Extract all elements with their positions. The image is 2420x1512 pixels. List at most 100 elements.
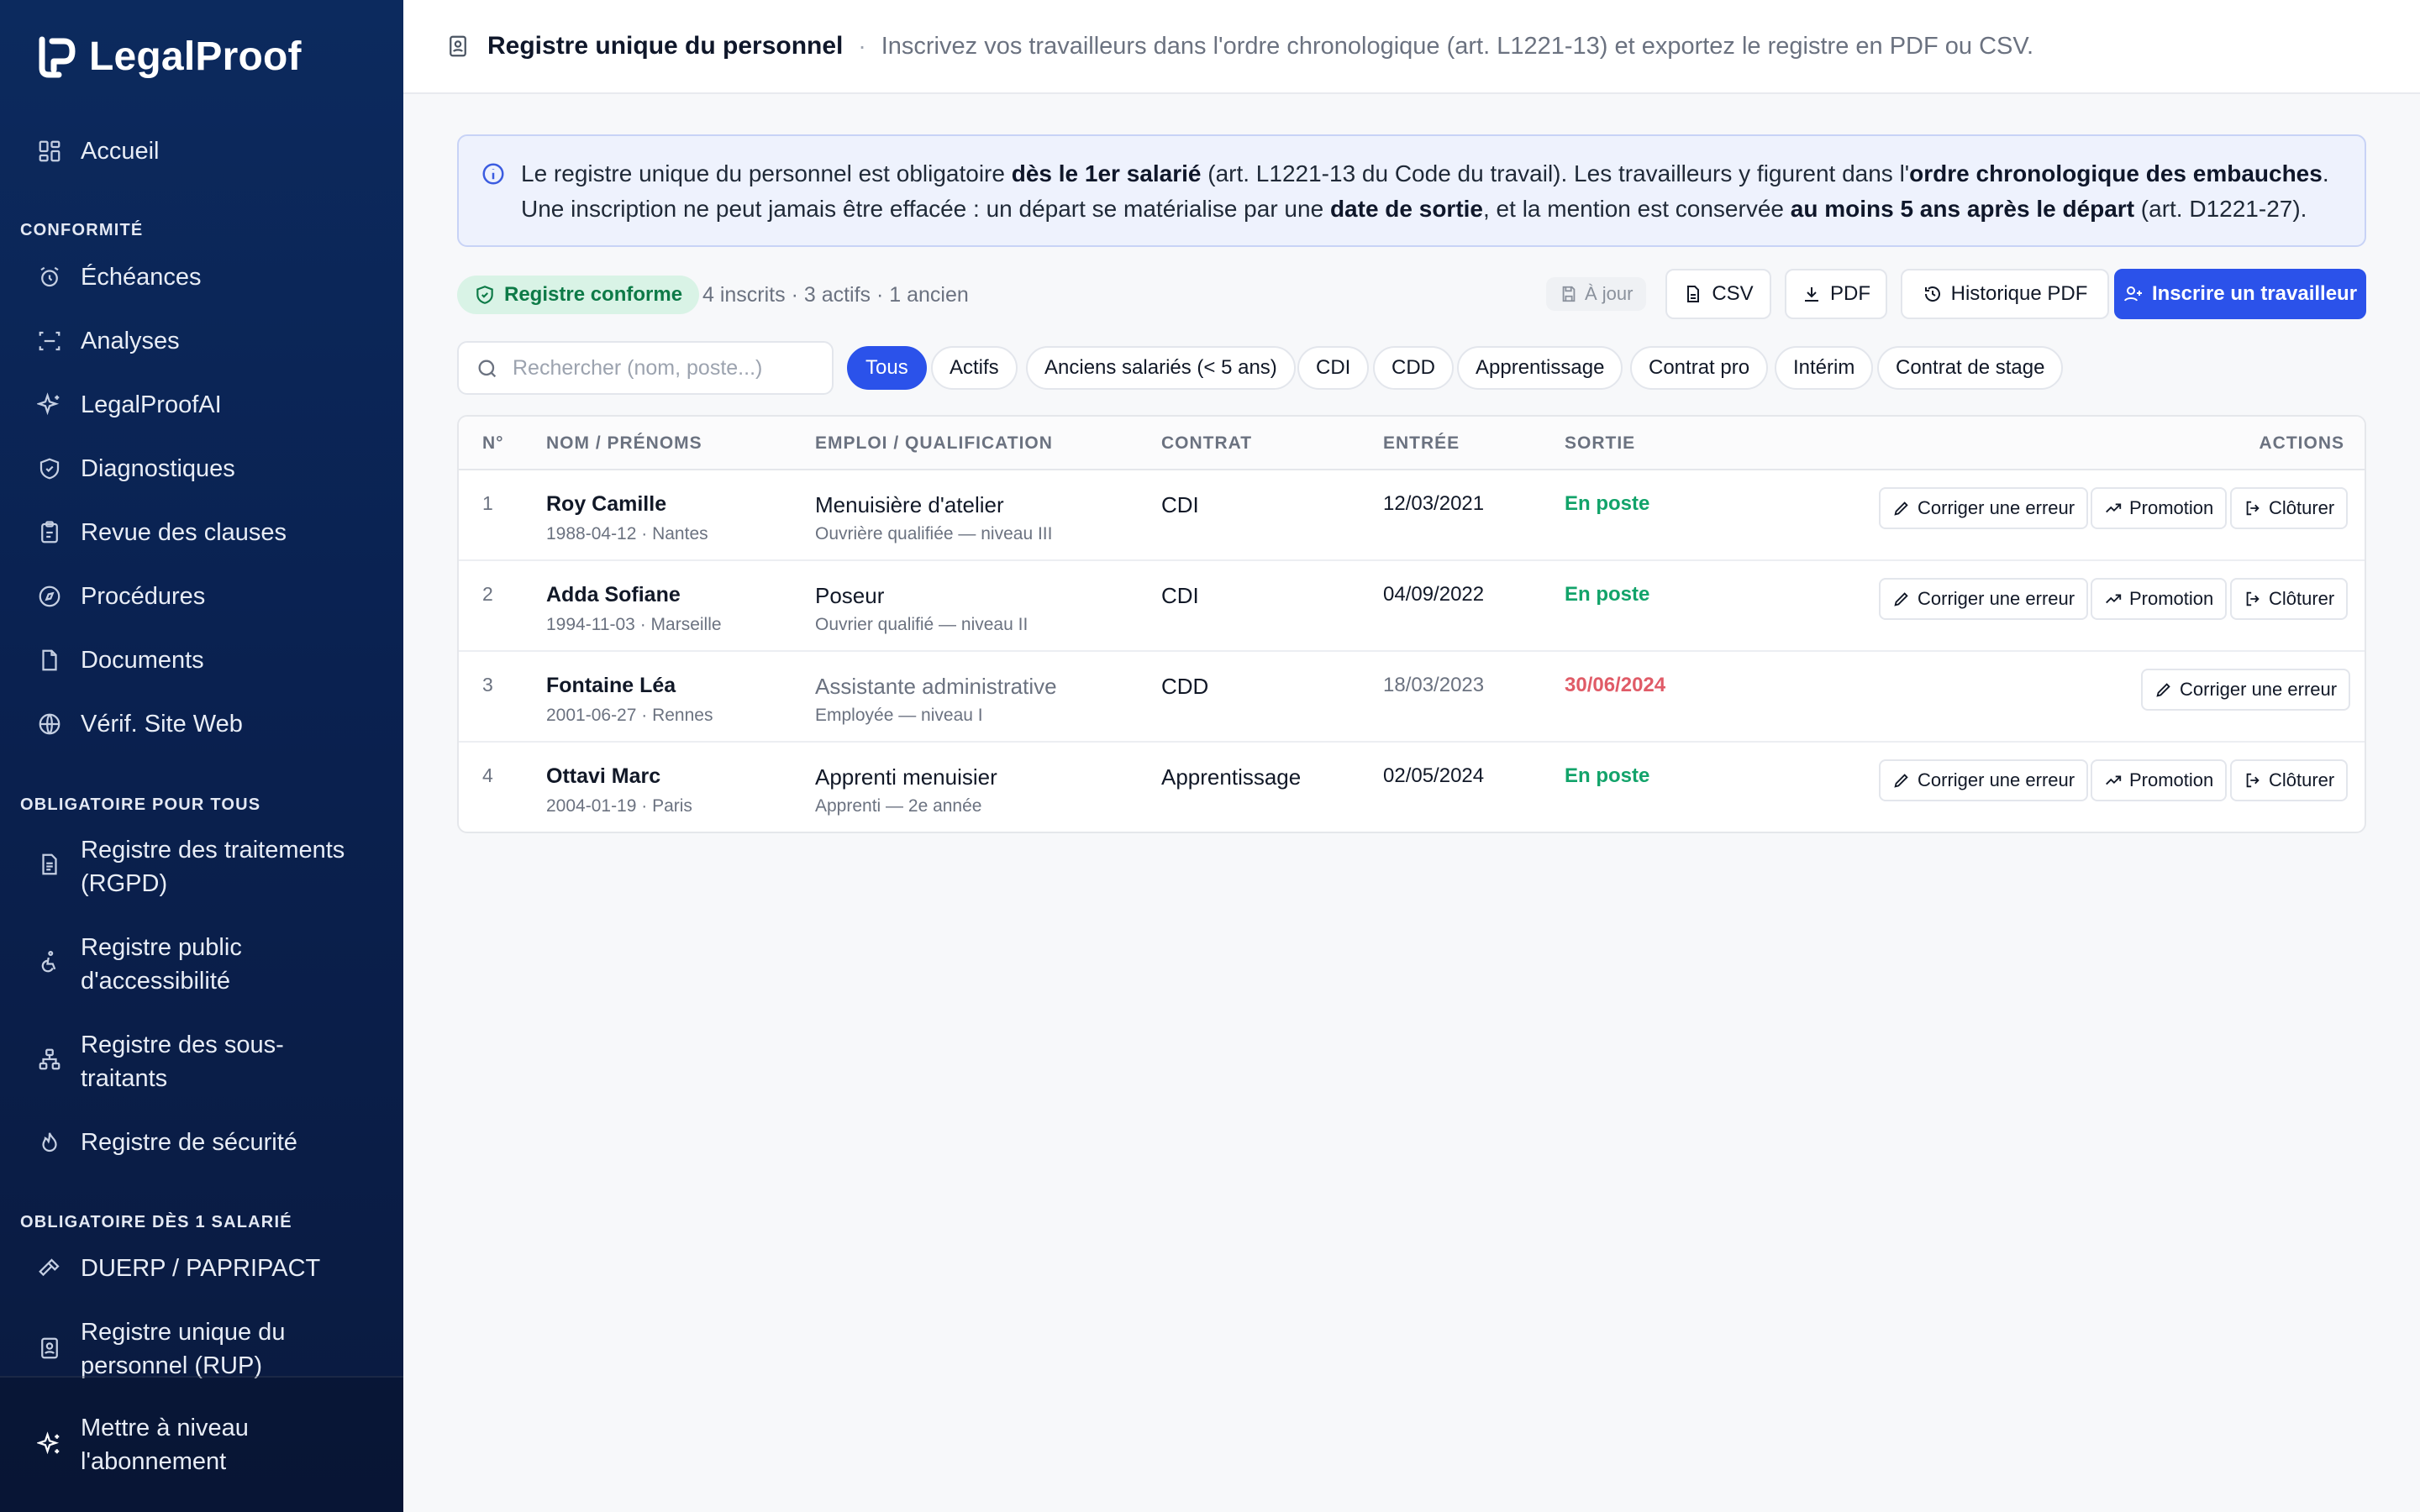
flame-icon — [35, 1128, 64, 1157]
worker-exit-status: En poste — [1565, 764, 1650, 787]
sidebar-item-label: LegalProofAI — [81, 391, 222, 418]
worker-job: Assistante administrative — [815, 674, 1057, 699]
fix-error-button[interactable]: Corriger une erreur — [1879, 487, 2089, 529]
column-header-job: EMPLOI / QUALIFICATION — [815, 433, 1053, 453]
add-worker-button[interactable]: Inscrire un travailleur — [2114, 269, 2366, 319]
page-subtitle: Inscrivez vos travailleurs dans l'ordre … — [881, 32, 2034, 60]
filter-cdi[interactable]: CDI — [1297, 346, 1370, 390]
sidebar-item-registre-traitements[interactable]: Registre des traitements (RGPD) — [0, 833, 403, 900]
fix-error-button[interactable]: Corriger une erreur — [2141, 669, 2351, 711]
pencil-icon — [1894, 592, 1908, 606]
column-header-entry: ENTRÉE — [1383, 433, 1460, 453]
worker-qualification: Apprenti — 2e année — [815, 796, 982, 816]
sidebar-item-duerp[interactable]: DUERP / PAPRIPACT — [0, 1252, 403, 1285]
table-header: N° NOM / PRÉNOMS EMPLOI / QUALIFICATION … — [459, 417, 2365, 470]
row-number: 3 — [482, 674, 493, 696]
search-icon — [478, 360, 497, 378]
export-pdf-button[interactable]: PDF — [1785, 269, 1887, 319]
id-badge-icon — [35, 1334, 64, 1362]
network-icon — [35, 1045, 64, 1074]
sidebar-item-diagnostiques[interactable]: Diagnostiques — [0, 452, 403, 486]
sparkles-icon — [35, 391, 64, 419]
file-csv-icon — [1687, 286, 1700, 302]
pencil-icon — [2156, 683, 2170, 697]
brand-name: LegalProof — [89, 34, 302, 79]
row-number: 4 — [482, 764, 493, 786]
history-icon — [1924, 286, 1940, 302]
sidebar-item-accueil[interactable]: Accueil — [0, 134, 403, 168]
sidebar-item-rup[interactable]: Registre unique du personnel (RUP) — [0, 1315, 403, 1383]
pdf-history-button[interactable]: Historique PDF — [1901, 269, 2109, 319]
close-contract-button[interactable]: Clôturer — [2230, 578, 2349, 620]
filter-tous[interactable]: Tous — [847, 346, 927, 390]
filter-apprentissage[interactable]: Apprentissage — [1457, 346, 1623, 390]
sidebar-item-registre-accessibilite[interactable]: Registre public d'accessibilité — [0, 931, 403, 998]
close-contract-button[interactable]: Clôturer — [2230, 487, 2349, 529]
close-contract-button[interactable]: Clôturer — [2230, 759, 2349, 801]
fix-error-button[interactable]: Corriger une erreur — [1879, 759, 2089, 801]
sidebar-item-analyses[interactable]: Analyses — [0, 324, 403, 358]
saved-indicator: À jour — [1546, 277, 1647, 311]
sidebar-item-label: Registre unique du — [81, 1319, 286, 1346]
trending-up-icon — [2106, 594, 2122, 604]
promotion-button[interactable]: Promotion — [2091, 487, 2228, 529]
sidebar-item-label: Registre de sécurité — [81, 1129, 297, 1156]
worker-entry-date: 02/05/2024 — [1383, 764, 1485, 787]
page-title: Registre unique du personnel — [487, 32, 844, 60]
accessibility-icon — [35, 948, 64, 976]
filter-interim[interactable]: Intérim — [1775, 346, 1874, 390]
sidebar-item-label: Accueil — [81, 138, 160, 165]
worker-qualification: Ouvrière qualifiée — niveau III — [815, 524, 1053, 543]
sidebar-item-label: Analyses — [81, 328, 180, 354]
sidebar-item-registre-sous-traitants[interactable]: Registre des sous- traitants — [0, 1028, 403, 1095]
promotion-button[interactable]: Promotion — [2091, 759, 2228, 801]
filter-contrat-pro[interactable]: Contrat pro — [1630, 346, 1769, 390]
filter-contrat-stage[interactable]: Contrat de stage — [1877, 346, 2064, 390]
sidebar-section-salarie: OBLIGATOIRE DÈS 1 SALARIÉ — [20, 1213, 292, 1231]
sidebar-item-documents[interactable]: Documents — [0, 643, 403, 677]
worker-exit-status: En poste — [1565, 492, 1650, 515]
worker-qualification: Ouvrier qualifié — niveau II — [815, 615, 1028, 634]
column-header-actions: ACTIONS — [2259, 433, 2344, 453]
sidebar-item-label: Registre public — [81, 934, 242, 961]
worker-name: Adda Sofiane — [546, 583, 681, 606]
sidebar-item-procedures[interactable]: Procédures — [0, 580, 403, 613]
worker-entry-date: 12/03/2021 — [1383, 492, 1485, 515]
sidebar-footer: Mettre à niveau l'abonnement — [0, 1376, 403, 1512]
column-header-exit: SORTIE — [1565, 433, 1636, 453]
sidebar-item-label: Documents — [81, 647, 204, 674]
fix-error-button[interactable]: Corriger une erreur — [1879, 578, 2089, 620]
sidebar-item-echeances[interactable]: Échéances — [0, 260, 403, 294]
worker-contract: CDI — [1161, 583, 1199, 608]
promotion-button[interactable]: Promotion — [2091, 578, 2228, 620]
sidebar-item-label: Registre des sous- — [81, 1032, 284, 1058]
hammer-icon — [35, 1254, 64, 1283]
worker-birth-info: 2004-01-19 · Paris — [546, 796, 692, 816]
shield-check-icon — [476, 286, 493, 304]
registry-counts: 4 inscrits · 3 actifs · 1 ancien — [702, 283, 969, 307]
sidebar-item-legalproofai[interactable]: LegalProofAI — [0, 388, 403, 422]
filter-actifs[interactable]: Actifs — [931, 346, 1018, 390]
worker-entry-date: 04/09/2022 — [1383, 583, 1485, 606]
filter-cdd[interactable]: CDD — [1373, 346, 1454, 390]
brand[interactable]: LegalProof — [35, 34, 302, 80]
sidebar-item-label-2: d'accessibilité — [81, 968, 231, 995]
save-icon — [1562, 286, 1576, 302]
sidebar-item-label: Procédures — [81, 583, 206, 610]
sidebar-item-verif-site-web[interactable]: Vérif. Site Web — [0, 707, 403, 741]
worker-name: Ottavi Marc — [546, 764, 661, 788]
worker-exit-status: En poste — [1565, 583, 1650, 606]
sidebar-item-registre-securite[interactable]: Registre de sécurité — [0, 1126, 403, 1159]
worker-contract: CDD — [1161, 674, 1209, 699]
filter-anciens-salaries[interactable]: Anciens salariés (< 5 ans) — [1026, 346, 1296, 390]
export-csv-button[interactable]: CSV — [1665, 269, 1771, 319]
status-label: Registre conforme — [504, 283, 683, 306]
sidebar-item-revue-clauses[interactable]: Revue des clauses — [0, 516, 403, 549]
worker-birth-info: 2001-06-27 · Rennes — [546, 706, 713, 725]
search-field[interactable] — [457, 341, 834, 395]
log-out-icon — [2246, 773, 2260, 788]
upgrade-subscription-link[interactable]: Mettre à niveau l'abonnement — [0, 1411, 403, 1478]
table-row: 2 Adda Sofiane 1994-11-03 · Marseille Po… — [459, 561, 2365, 652]
search-input[interactable] — [513, 355, 832, 381]
info-text: Le registre unique du personnel est obli… — [521, 160, 2329, 222]
